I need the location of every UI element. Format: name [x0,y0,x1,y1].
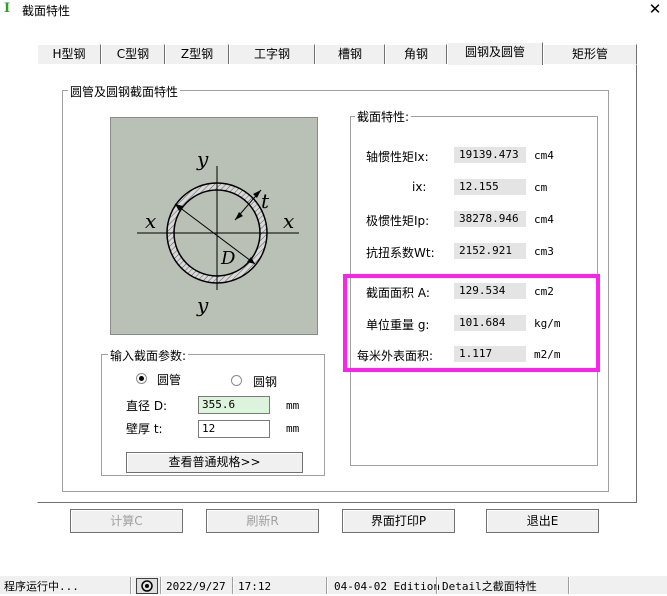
wt-value: 2152.921 [454,243,526,259]
label-x-right: x [283,209,294,233]
radius-gyration-unit: cm [534,181,548,194]
app-icon: I [4,1,11,16]
ix-label: 轴惯性矩Ix: [366,150,429,164]
thickness-input[interactable]: 12 [198,420,270,438]
tab-channel[interactable]: 槽钢 [315,44,385,64]
ip-label: 极惯性矩Ip: [366,214,430,228]
radio-pipe[interactable] [136,373,147,384]
wt-unit: cm3 [534,245,554,258]
ip-value: 38278.946 [454,211,526,227]
radius-gyration-label: ix: [412,180,427,194]
status-divider [568,577,570,594]
exit-button[interactable]: 退出E [486,509,599,533]
tab-rect-tube[interactable]: 矩形管 [543,44,637,64]
radius-gyration-value: 12.155 [454,179,526,195]
wt-label: 抗扭系数Wt: [366,246,435,260]
radio-bar-label[interactable]: 圆钢 [253,373,277,390]
properties-group-title: 截面特性: [355,108,412,125]
refresh-button[interactable]: 刷新R [206,509,319,533]
title-bar [0,0,667,20]
input-group-title: 输入截面参数: [108,347,189,364]
status-edition: 04-04-02 Edition [334,580,440,593]
view-specs-button[interactable]: 查看普通规格>> [126,452,303,473]
ip-unit: cm4 [534,213,554,226]
status-divider [160,577,162,594]
status-module: Detail之截面特性 [442,580,537,593]
tab-angle[interactable]: 角钢 [385,44,447,64]
diameter-label: 直径 D: [126,399,168,413]
label-thickness: t [261,189,270,213]
tab-round-pipe[interactable]: 圆钢及圆管 [447,42,543,65]
highlight-box [343,274,600,372]
section-group-title: 圆管及圆钢截面特性 [68,83,181,100]
status-divider [130,577,132,594]
status-date: 2022/9/27 [166,580,226,593]
print-button[interactable]: 界面打印P [342,509,455,533]
tab-i-beam[interactable]: 工字钢 [229,44,315,64]
tab-c-steel[interactable]: C型钢 [101,44,165,64]
diameter-input[interactable]: 355.6 [198,396,270,414]
status-divider [326,577,328,594]
label-y-top: y [196,147,209,171]
radio-pipe-label[interactable]: 圆管 [157,371,181,388]
thickness-unit: mm [286,422,300,435]
window-title: 截面特性 [22,4,71,18]
label-x-left: x [145,209,156,233]
ix-value: 19139.473 [454,147,526,163]
clock-icon [136,578,158,594]
tab-z-steel[interactable]: Z型钢 [165,44,229,64]
status-divider [232,577,234,594]
status-divider [436,577,438,594]
thickness-label: 壁厚 t: [126,422,163,436]
cross-section-diagram: y y x x t D [110,117,318,335]
close-button[interactable]: ✕ [646,0,664,18]
radio-bar[interactable] [231,375,242,386]
status-running: 程序运行中... [4,580,79,593]
label-diameter: D [220,248,236,269]
pipe-section-drawing: y y x x t D [137,147,299,317]
diameter-unit: mm [286,399,300,412]
ix-unit: cm4 [534,149,554,162]
calculate-button[interactable]: 计算C [70,509,183,533]
label-y-bottom: y [196,293,209,317]
tab-h-steel[interactable]: H型钢 [37,44,101,64]
status-time: 17:12 [238,580,272,593]
